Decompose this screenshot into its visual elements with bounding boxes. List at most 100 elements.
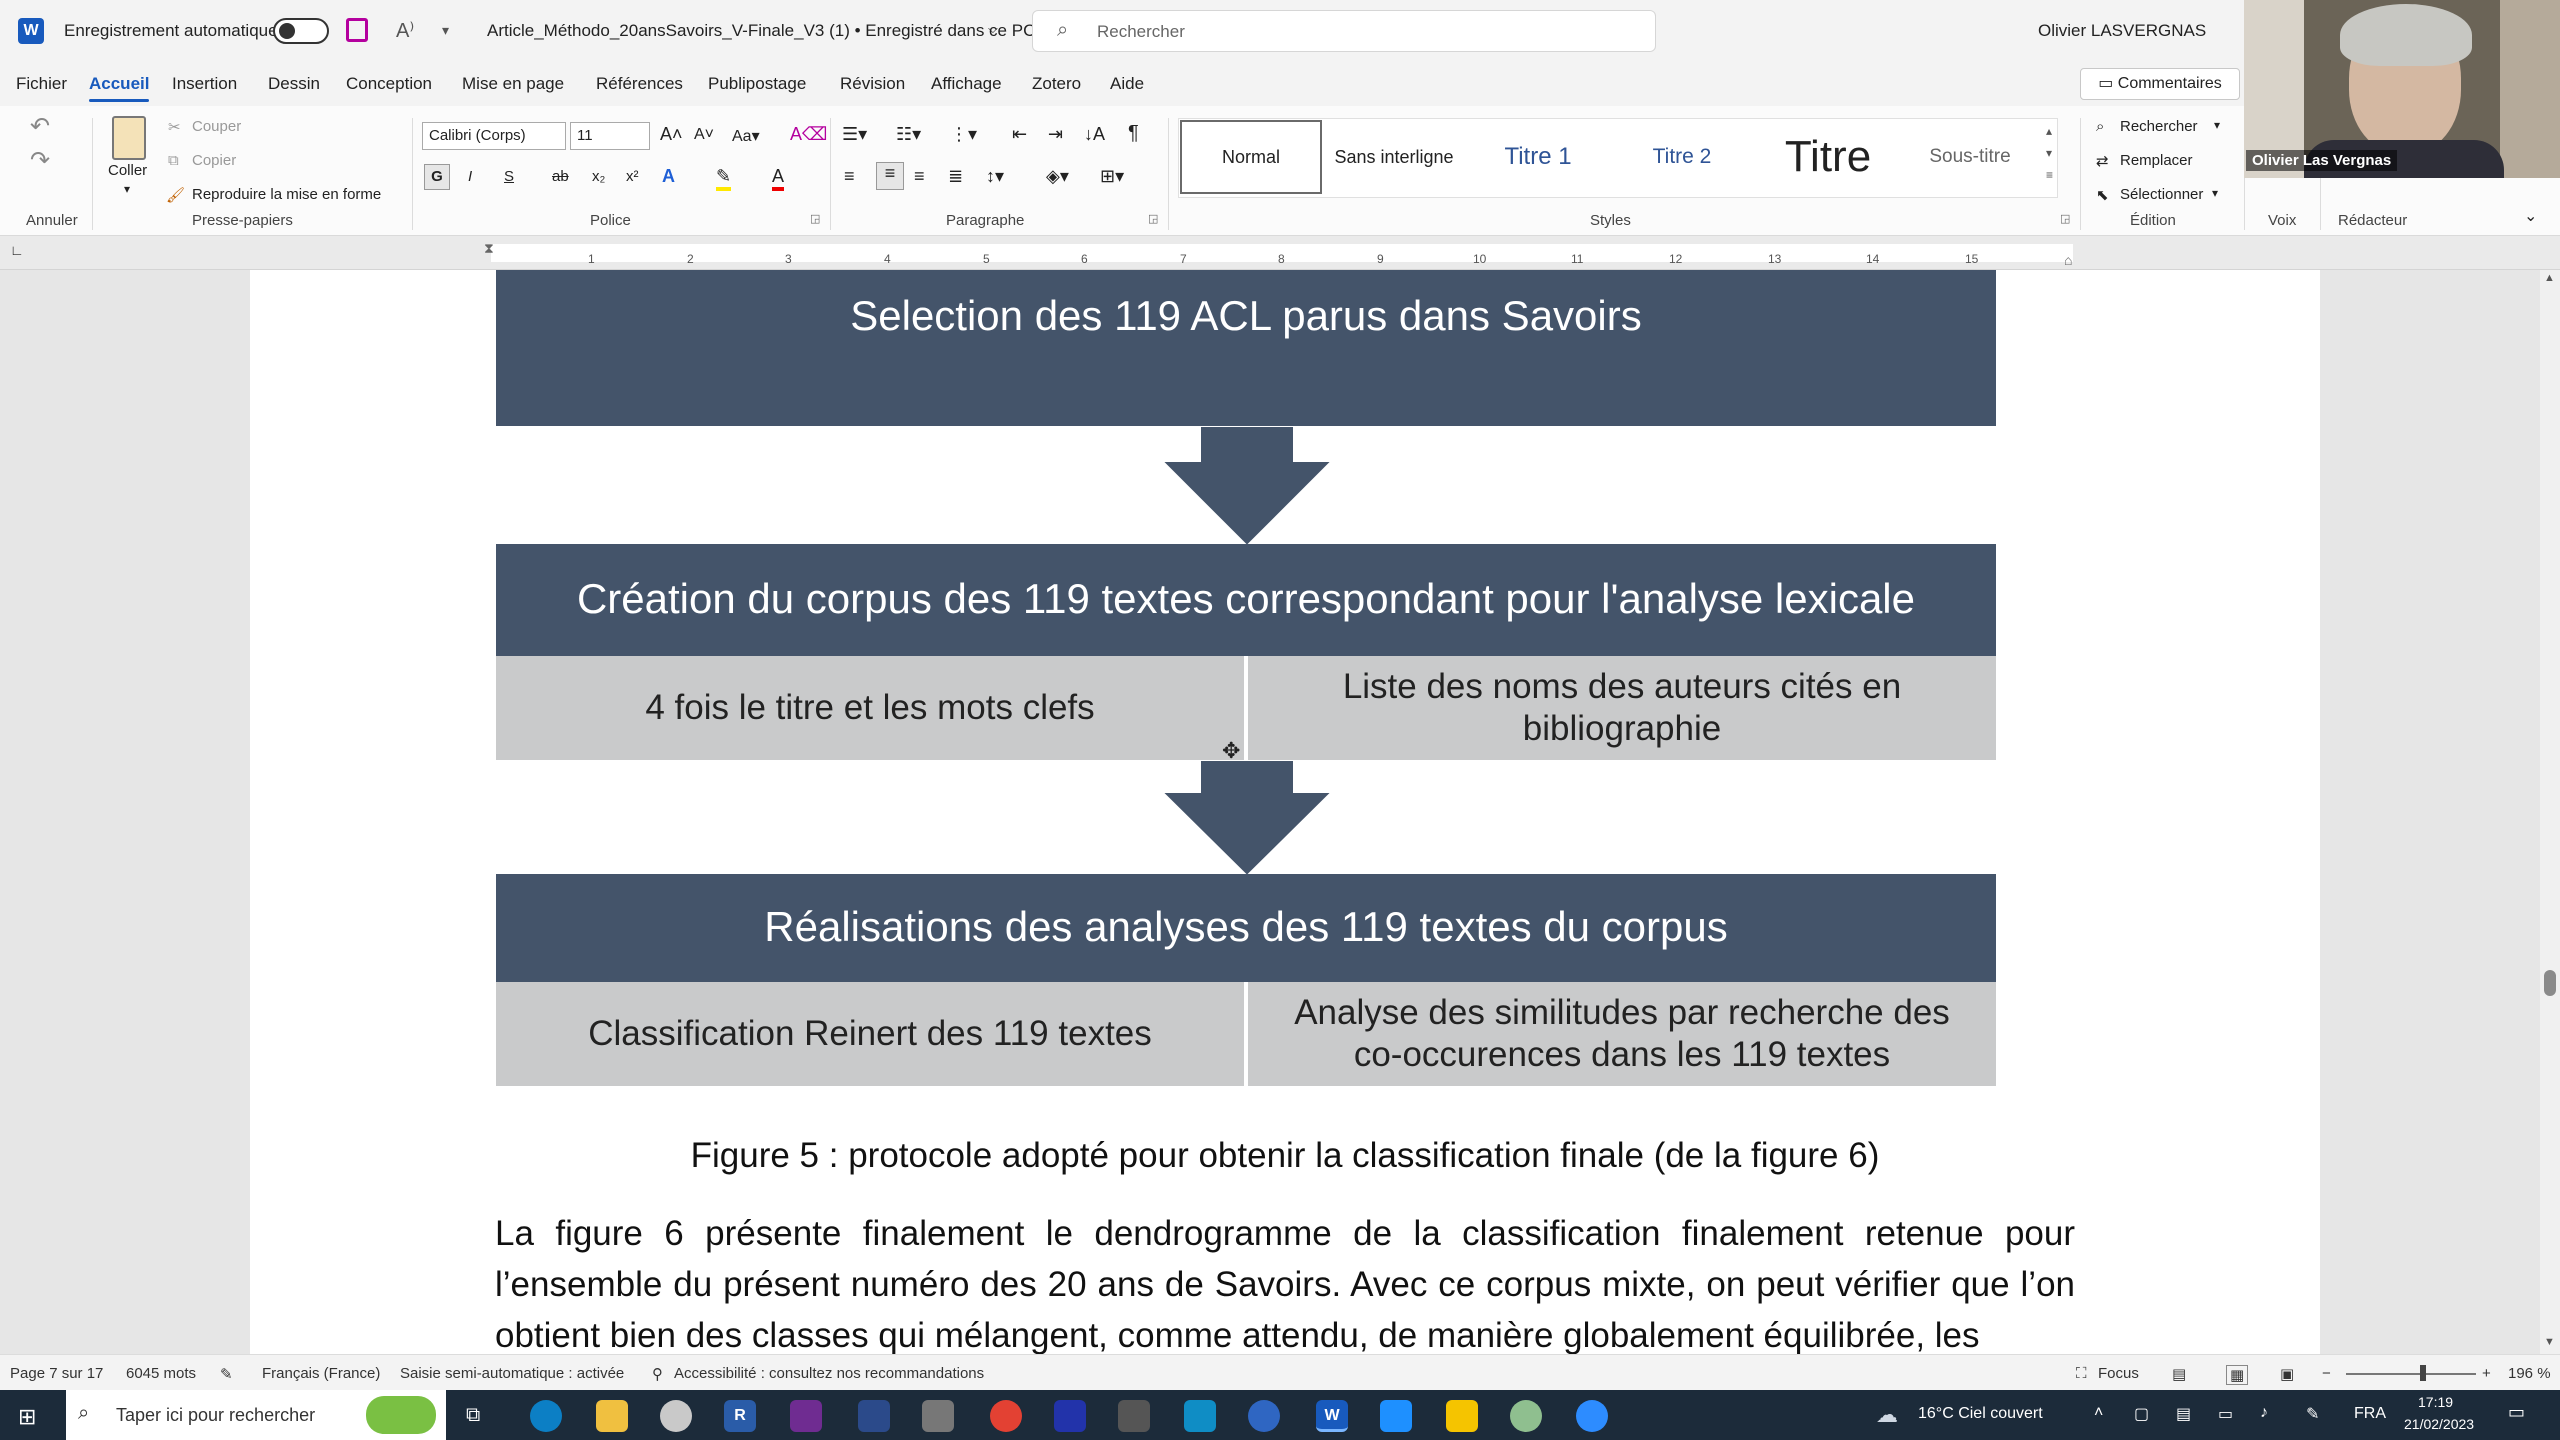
font-color-icon[interactable]: A <box>772 166 785 191</box>
file-explorer-icon[interactable] <box>596 1400 628 1432</box>
print-layout-icon[interactable]: ▦ <box>2226 1365 2249 1385</box>
search-box[interactable]: ⌕ Rechercher <box>1032 10 1656 52</box>
align-center-icon[interactable]: ≡ <box>876 162 904 190</box>
cut-button[interactable]: Couper <box>192 118 241 135</box>
justify-icon[interactable]: ≣ <box>948 166 963 187</box>
select-icon[interactable]: ⬉ <box>2096 186 2109 204</box>
indent-marker-icon[interactable]: ⧗ <box>484 240 494 257</box>
read-mode-icon[interactable]: ▤ <box>2172 1365 2186 1383</box>
app-icon[interactable] <box>1380 1400 1412 1432</box>
customize-toolbar-icon[interactable]: ▾ <box>442 22 449 39</box>
style-normal[interactable]: Normal <box>1180 120 1322 194</box>
style-titre[interactable]: Titre <box>1754 120 1902 194</box>
tray-icon[interactable]: ▤ <box>2176 1404 2191 1424</box>
word-count[interactable]: 6045 mots <box>126 1365 196 1382</box>
clear-formatting-icon[interactable]: A⌫ <box>790 124 827 145</box>
paste-label[interactable]: Coller <box>108 162 147 179</box>
chevron-down-icon[interactable]: ▾ <box>2214 118 2220 132</box>
tray-icon[interactable]: ▢ <box>2134 1404 2149 1424</box>
tab-insertion[interactable]: Insertion <box>172 74 237 94</box>
grow-font-icon[interactable]: A˄ <box>660 124 683 145</box>
app-icon[interactable] <box>1118 1400 1150 1432</box>
scroll-down-icon[interactable]: ▼ <box>2544 1336 2555 1348</box>
subscript-icon[interactable]: x₂ <box>592 168 605 185</box>
styles-scroll-icon[interactable]: ▴ ▾ ≡ <box>2046 120 2053 186</box>
taskbar-search[interactable]: ⌕ Taper ici pour rechercher <box>66 1390 446 1440</box>
borders-icon[interactable]: ⊞▾ <box>1100 166 1124 187</box>
italic-button[interactable]: I <box>468 168 472 185</box>
focus-button[interactable]: Focus <box>2098 1365 2139 1382</box>
tab-publipostage[interactable]: Publipostage <box>708 74 806 94</box>
format-painter-icon[interactable]: 🖌 <box>166 186 185 204</box>
autosave-toggle[interactable] <box>273 18 329 44</box>
pen-icon[interactable]: ✎ <box>2306 1404 2319 1424</box>
app-icon[interactable] <box>1510 1400 1542 1432</box>
change-case-icon[interactable]: Aa▾ <box>732 126 760 146</box>
paste-icon[interactable] <box>112 116 146 160</box>
edge-icon[interactable] <box>530 1400 562 1432</box>
increase-indent-icon[interactable]: ⇥ <box>1048 124 1063 145</box>
zoom-slider-thumb[interactable] <box>2420 1365 2426 1381</box>
style-sans-interligne[interactable]: Sans interligne <box>1322 120 1466 194</box>
dialog-launcher-icon[interactable]: ◲ <box>2060 212 2070 225</box>
align-left-icon[interactable]: ≡ <box>844 166 855 187</box>
cut-icon[interactable]: ✂ <box>168 118 181 136</box>
body-paragraph[interactable]: La figure 6 présente finalement le dendr… <box>495 1208 2075 1361</box>
weather-text[interactable]: 16°C Ciel couvert <box>1918 1405 2043 1423</box>
figure-caption[interactable]: Figure 5 : protocole adopté pour obtenir… <box>495 1136 2075 1176</box>
horizontal-ruler[interactable]: ∟ 1 2 3 4 5 6 7 8 9 10 11 12 13 14 15 ⧗ … <box>0 236 2560 270</box>
save-icon[interactable] <box>346 18 368 42</box>
network-icon[interactable]: ▭ <box>2218 1404 2233 1424</box>
style-titre-2[interactable]: Titre 2 <box>1610 120 1754 194</box>
autocomplete-status[interactable]: Saisie semi-automatique : activée <box>400 1365 624 1382</box>
tab-zotero[interactable]: Zotero <box>1032 74 1081 94</box>
notifications-icon[interactable]: ▭ <box>2508 1402 2525 1423</box>
tab-aide[interactable]: Aide <box>1110 74 1144 94</box>
windows-start-icon[interactable]: ⊞ <box>18 1404 36 1430</box>
focus-icon[interactable]: ⛶ <box>2076 1365 2087 1382</box>
tab-affichage[interactable]: Affichage <box>931 74 1002 94</box>
font-size-select[interactable]: 11 <box>570 122 650 150</box>
dialog-launcher-icon[interactable]: ◲ <box>1148 212 1158 225</box>
show-marks-icon[interactable]: ¶ <box>1128 122 1139 145</box>
app-icon[interactable] <box>1054 1400 1086 1432</box>
highlight-icon[interactable]: ✎ <box>716 166 732 191</box>
multilevel-list-icon[interactable]: ⋮▾ <box>950 124 977 145</box>
tab-accueil[interactable]: Accueil <box>89 74 150 102</box>
dialog-launcher-icon[interactable]: ◲ <box>810 212 820 225</box>
scroll-up-icon[interactable]: ▲ <box>2544 272 2555 284</box>
app-icon[interactable] <box>858 1400 890 1432</box>
strikethrough-icon[interactable]: ab <box>552 168 569 185</box>
user-name[interactable]: Olivier LASVERGNAS <box>2038 21 2206 41</box>
tab-revision[interactable]: Révision <box>840 74 905 94</box>
collapse-ribbon-icon[interactable]: ⌄ <box>2524 206 2537 226</box>
comments-button[interactable]: ▭ Commentaires <box>2080 68 2240 100</box>
volume-icon[interactable]: ♪ <box>2260 1404 2268 1422</box>
select-button[interactable]: Sélectionner <box>2120 186 2203 203</box>
zoom-app-icon[interactable] <box>1576 1400 1608 1432</box>
word-taskbar-icon[interactable]: W <box>1316 1400 1348 1432</box>
clock-date[interactable]: 21/02/2023 <box>2404 1416 2474 1432</box>
tray-chevron-icon[interactable]: ˄ <box>2094 1404 2103 1422</box>
zoom-in-icon[interactable]: + <box>2482 1365 2491 1382</box>
accessibility-icon[interactable]: ⚲ <box>652 1365 663 1383</box>
sort-icon[interactable]: ↓A <box>1084 124 1105 145</box>
proofing-icon[interactable]: ✎ <box>220 1365 233 1383</box>
copy-button[interactable]: Copier <box>192 152 236 169</box>
zoom-level[interactable]: 196 % <box>2508 1365 2551 1382</box>
find-icon[interactable]: ⌕ <box>2096 118 2104 135</box>
app-icon[interactable] <box>1184 1400 1216 1432</box>
web-layout-icon[interactable]: ▣ <box>2280 1365 2294 1383</box>
task-view-icon[interactable]: ⧉ <box>466 1404 480 1427</box>
document-title[interactable]: Article_Méthodo_20ansSavoirs_V-Finale_V3… <box>487 21 1035 41</box>
vertical-scrollbar[interactable]: ▲ ▼ <box>2540 270 2560 1354</box>
style-sous-titre[interactable]: Sous-titre <box>1902 120 2038 194</box>
copy-icon[interactable]: ⧉ <box>168 152 179 169</box>
app-icon[interactable] <box>660 1400 692 1432</box>
decrease-indent-icon[interactable]: ⇤ <box>1012 124 1027 145</box>
shrink-font-icon[interactable]: A˅ <box>694 126 714 144</box>
find-button[interactable]: Rechercher <box>2120 118 2198 135</box>
chevron-down-icon[interactable]: ⌵ <box>988 21 998 37</box>
redo-icon[interactable]: ↷ <box>30 146 50 175</box>
input-language[interactable]: FRA <box>2354 1405 2386 1423</box>
